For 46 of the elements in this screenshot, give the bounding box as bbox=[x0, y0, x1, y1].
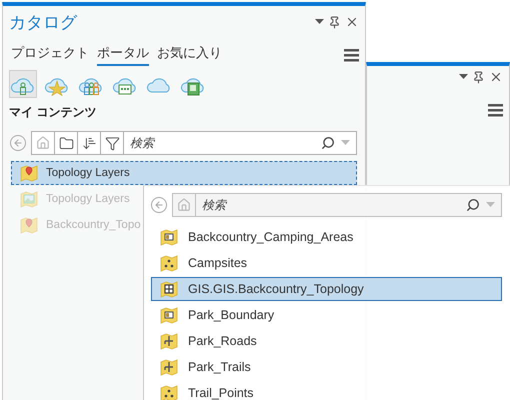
polygon-layer-icon bbox=[160, 228, 178, 246]
tab[interactable]: プロジェクト bbox=[11, 44, 89, 66]
map-pin-icon bbox=[20, 216, 38, 234]
home-icon bbox=[36, 136, 50, 150]
dropdown-icon[interactable] bbox=[459, 74, 468, 80]
dataset-item[interactable]: GIS.GIS.Backcountry_Topology bbox=[151, 277, 502, 301]
panel-title: カタログ bbox=[9, 12, 77, 34]
point-layer-icon bbox=[160, 384, 178, 400]
dataset-item[interactable]: Backcountry_Camping_Areas bbox=[151, 225, 502, 249]
tab[interactable]: お気に入り bbox=[157, 44, 222, 66]
section-label: マイ コンテンツ bbox=[8, 104, 98, 121]
line-layer-icon bbox=[160, 358, 178, 376]
point-layer-icon bbox=[160, 254, 178, 272]
search-input[interactable]: 検索 bbox=[196, 198, 462, 212]
sort-button[interactable] bbox=[77, 131, 100, 155]
search-icon[interactable] bbox=[466, 198, 480, 212]
menu-icon[interactable] bbox=[344, 48, 359, 62]
search-field[interactable]: 検索 bbox=[123, 131, 357, 155]
menu-icon[interactable] bbox=[488, 104, 503, 117]
folder-icon bbox=[58, 136, 74, 150]
folder-button[interactable] bbox=[54, 131, 77, 155]
dataset-item[interactable]: Park_Trails bbox=[151, 355, 502, 379]
search-field[interactable]: 検索 bbox=[195, 193, 502, 217]
map-pin-icon bbox=[20, 164, 38, 182]
pin-icon[interactable] bbox=[328, 16, 341, 28]
search-input[interactable]: 検索 bbox=[124, 136, 317, 150]
filter-button[interactable] bbox=[100, 131, 123, 155]
home-icon bbox=[177, 198, 191, 212]
dataset-item[interactable]: Campsites bbox=[151, 251, 502, 275]
dataset-item[interactable]: Trail_Points bbox=[151, 381, 502, 400]
filter-icon bbox=[104, 136, 120, 150]
catalog-item[interactable]: Topology Layers bbox=[11, 161, 357, 185]
tab[interactable]: ポータル bbox=[97, 44, 149, 66]
dataset-item[interactable]: Park_Boundary bbox=[151, 303, 502, 327]
close-icon[interactable] bbox=[489, 70, 503, 84]
pin-icon[interactable] bbox=[472, 70, 485, 84]
line-layer-icon bbox=[160, 332, 178, 350]
polygon-layer-icon bbox=[160, 306, 178, 324]
map-image-icon bbox=[20, 190, 38, 208]
dataset-item[interactable]: Park_Roads bbox=[151, 329, 502, 353]
topology-layer-icon bbox=[160, 280, 178, 298]
close-icon[interactable] bbox=[345, 15, 359, 29]
search-icon[interactable] bbox=[321, 136, 335, 150]
portal-button[interactable] bbox=[9, 70, 37, 98]
dropdown-icon[interactable] bbox=[315, 19, 324, 25]
sort-icon bbox=[82, 136, 96, 150]
